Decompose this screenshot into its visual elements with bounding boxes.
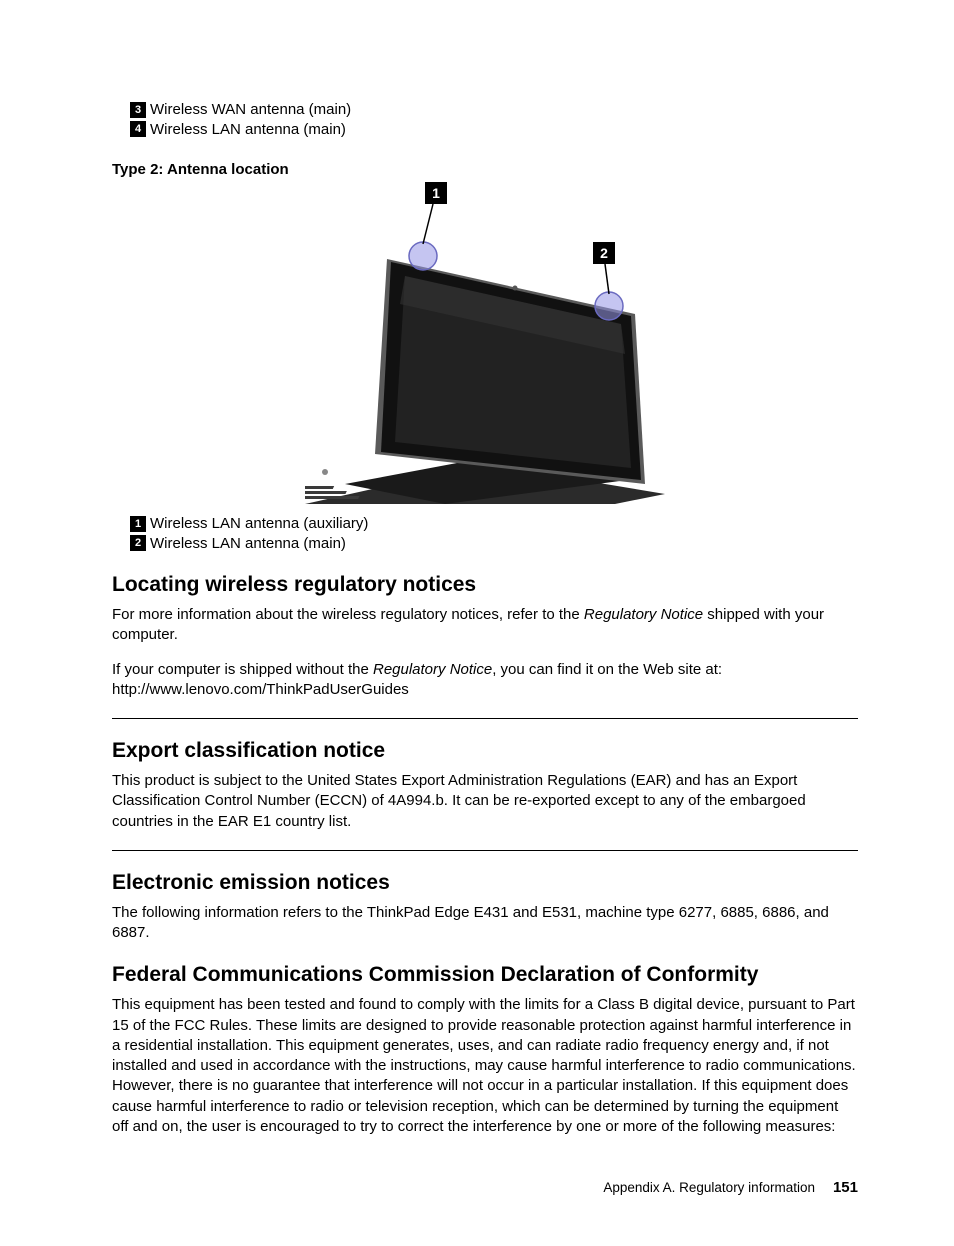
text-run: If your computer is shipped without the bbox=[112, 661, 373, 678]
paragraph: If your computer is shipped without the … bbox=[112, 660, 858, 701]
paragraph: This equipment has been tested and found… bbox=[112, 995, 858, 1137]
legend-text: Wireless LAN antenna (main) bbox=[150, 120, 346, 140]
footer-section-label: Appendix A. Regulatory information bbox=[603, 1180, 815, 1195]
legend-item: 4 Wireless LAN antenna (main) bbox=[130, 120, 858, 140]
callout-2: 2 bbox=[593, 242, 615, 264]
document-page: 3 Wireless WAN antenna (main) 4 Wireless… bbox=[0, 0, 954, 1246]
legend-item: 3 Wireless WAN antenna (main) bbox=[130, 100, 858, 120]
legend-text: Wireless LAN antenna (main) bbox=[150, 534, 346, 554]
callout-number-icon: 4 bbox=[130, 121, 146, 137]
section-divider bbox=[112, 718, 858, 719]
legend-text: Wireless LAN antenna (auxiliary) bbox=[150, 514, 368, 534]
text-italic: Regulatory Notice bbox=[584, 606, 703, 623]
page-number: 151 bbox=[833, 1179, 858, 1196]
paragraph: For more information about the wireless … bbox=[112, 605, 858, 646]
type2-heading: Type 2: Antenna location bbox=[112, 161, 858, 178]
legend-item: 2 Wireless LAN antenna (main) bbox=[130, 534, 858, 554]
heading-emission: Electronic emission notices bbox=[112, 871, 858, 895]
legend-bottom: 1 Wireless LAN antenna (auxiliary) 2 Wir… bbox=[112, 514, 858, 553]
page-footer: Appendix A. Regulatory information 151 bbox=[112, 1179, 858, 1196]
callout-number-icon: 1 bbox=[130, 516, 146, 532]
figure-container: 1 2 bbox=[112, 184, 858, 504]
callout-number-icon: 1 bbox=[425, 182, 447, 204]
heading-locating: Locating wireless regulatory notices bbox=[112, 573, 858, 597]
callout-number-icon: 2 bbox=[130, 535, 146, 551]
heading-fcc: Federal Communications Commission Declar… bbox=[112, 963, 858, 987]
section-divider bbox=[112, 850, 858, 851]
paragraph: This product is subject to the United St… bbox=[112, 771, 858, 832]
paragraph: The following information refers to the … bbox=[112, 903, 858, 944]
text-italic: Regulatory Notice bbox=[373, 661, 492, 678]
heading-export: Export classification notice bbox=[112, 739, 858, 763]
legend-top: 3 Wireless WAN antenna (main) 4 Wireless… bbox=[112, 100, 858, 139]
legend-item: 1 Wireless LAN antenna (auxiliary) bbox=[130, 514, 858, 534]
antenna-location-figure: 1 2 bbox=[305, 184, 665, 504]
callout-number-icon: 3 bbox=[130, 102, 146, 118]
legend-text: Wireless WAN antenna (main) bbox=[150, 100, 351, 120]
text-run: For more information about the wireless … bbox=[112, 606, 584, 623]
callout-1: 1 bbox=[425, 182, 447, 204]
callout-number-icon: 2 bbox=[593, 242, 615, 264]
